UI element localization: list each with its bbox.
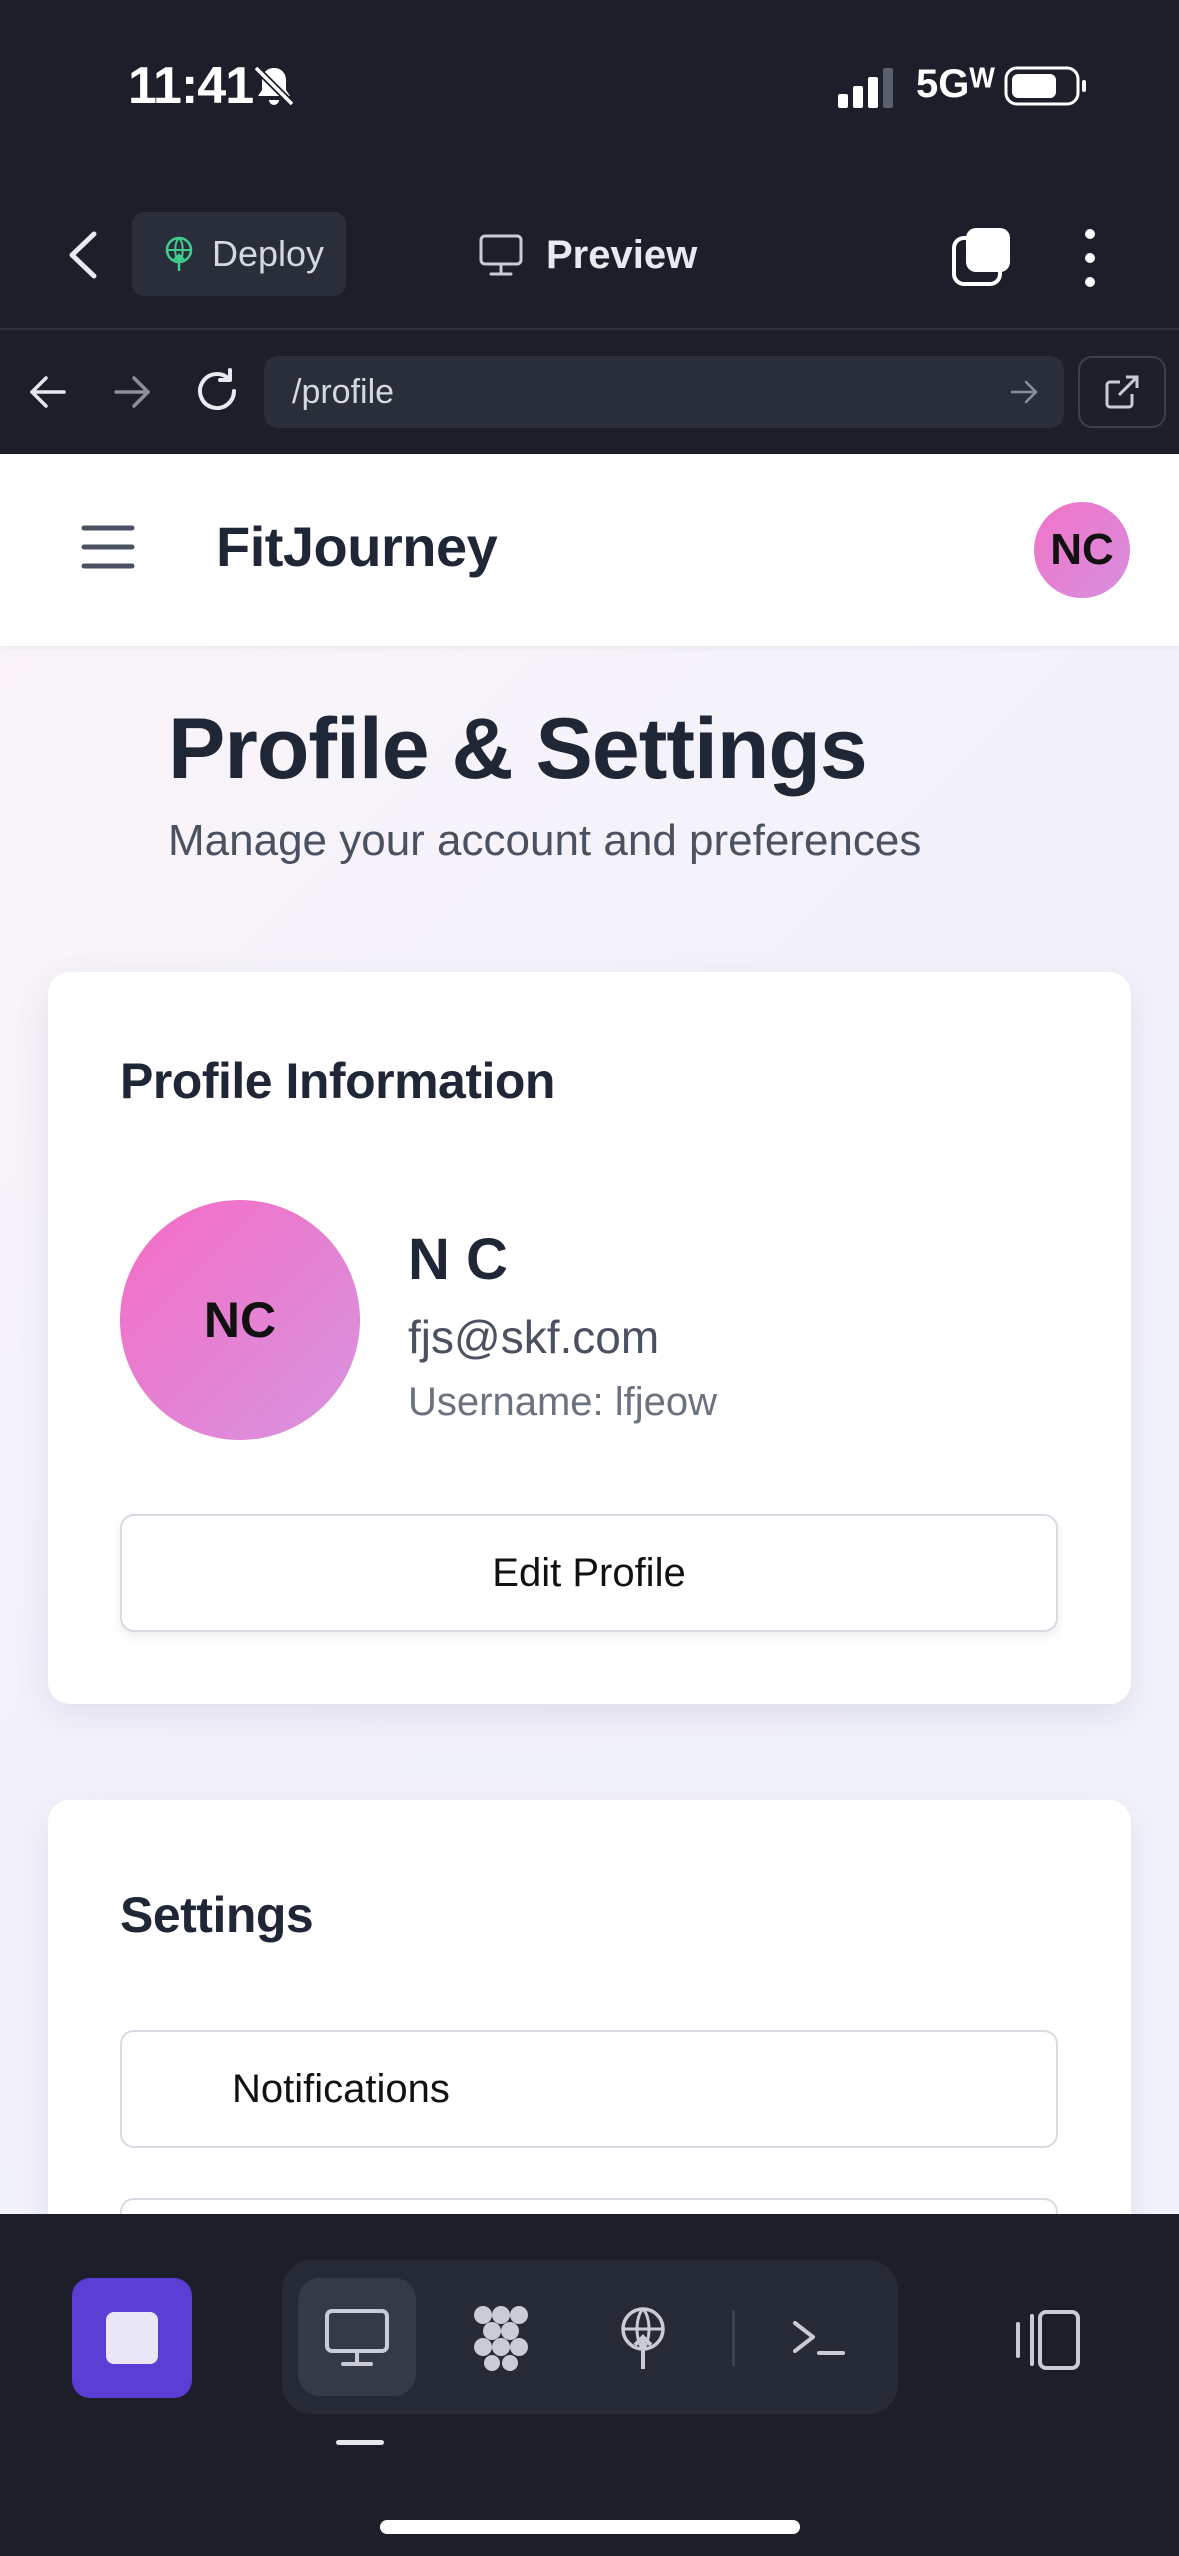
deploy-icon [165,236,193,271]
profile-username: Username: lfjeow [408,1380,718,1424]
avatar[interactable]: NC [1034,502,1130,598]
tab-apps[interactable] [442,2278,560,2396]
status-time: 11:41 [128,57,254,115]
tabs-icon[interactable] [950,224,1014,288]
url-bar: /profile [0,332,1179,454]
battery-icon [1004,66,1086,106]
bottom-dock [0,2214,1179,2556]
page-title: Profile & Settings [168,701,868,797]
reload-icon[interactable] [192,366,242,416]
dock-divider [732,2310,735,2366]
page-subtitle: Manage your account and preferences [168,816,922,865]
app-toolbar: Deploy Preview [0,180,1179,330]
monitor-icon [325,2309,389,2366]
edit-profile-button[interactable]: Edit Profile [120,1514,1058,1632]
open-external-button[interactable] [1078,356,1166,428]
split-view-icon[interactable] [1010,2308,1082,2372]
card-title: Profile Information [120,1053,555,1109]
external-link-icon [1105,375,1139,409]
url-field[interactable]: /profile [264,356,1064,428]
preview-tab[interactable]: Preview [478,220,697,290]
tab-preview[interactable] [298,2278,416,2396]
settings-item-notifications[interactable]: Notifications [120,2030,1058,2148]
arrow-right-icon[interactable] [110,370,154,414]
tab-deploy[interactable] [584,2278,702,2396]
profile-name: N C [408,1227,508,1292]
stop-icon [106,2312,158,2364]
tab-terminal[interactable] [760,2278,878,2396]
signal-icon [838,68,893,108]
arrow-left-icon[interactable] [26,370,70,414]
site-header: FitJourney NC [0,454,1179,646]
bell-off-icon [253,65,295,107]
settings-item[interactable] [120,2198,1058,2214]
profile-information-card: Profile Information NC N C fjs@skf.com U… [48,972,1131,1704]
more-vertical-icon[interactable] [1070,226,1110,290]
deploy-label: Deploy [212,233,325,274]
dock-tab-group [282,2260,898,2414]
terminal-icon [793,2321,845,2355]
hamburger-menu-icon[interactable] [80,522,136,572]
home-indicator[interactable] [380,2520,800,2534]
site-logo[interactable]: FitJourney [216,514,498,579]
cluster-icon [474,2306,528,2371]
status-bar: 11:41 5Gᵂ [0,0,1179,180]
active-tab-indicator [336,2440,384,2445]
deploy-button[interactable]: Deploy [132,212,346,296]
monitor-icon [479,234,523,276]
preview-label: Preview [546,232,698,277]
chevron-left-icon[interactable] [60,228,110,282]
arrow-right-icon[interactable] [1008,376,1040,408]
stop-button[interactable] [72,2278,192,2398]
profile-avatar: NC [120,1200,360,1440]
url-text: /profile [292,372,395,411]
card-title: Settings [120,1887,314,1943]
deploy-icon [621,2307,665,2369]
profile-email: fjs@skf.com [408,1311,660,1363]
webpage-viewport: FitJourney NC Profile & Settings Manage … [0,454,1179,2214]
network-label: 5Gᵂ [916,62,995,106]
settings-card: Settings Notifications [48,1800,1131,2214]
